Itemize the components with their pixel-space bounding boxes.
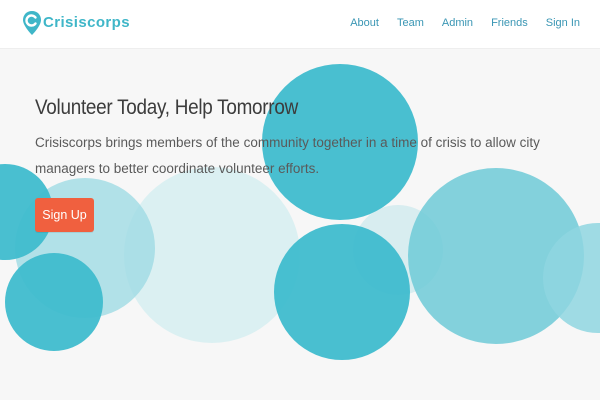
nav-link-admin[interactable]: Admin — [442, 17, 473, 29]
nav-link-sign-in[interactable]: Sign In — [546, 17, 580, 29]
brand-logo[interactable]: Crisiscorps — [22, 10, 130, 35]
bubble — [5, 253, 103, 351]
bubble — [274, 224, 410, 360]
hero: Volunteer Today, Help Tomorrow Crisiscor… — [35, 96, 575, 182]
sign-up-button[interactable]: Sign Up — [35, 198, 94, 232]
hero-title: Volunteer Today, Help Tomorrow — [35, 96, 298, 119]
nav-link-about[interactable]: About — [350, 17, 379, 29]
nav-link-friends[interactable]: Friends — [491, 17, 528, 29]
page: Crisiscorps About Team Admin Friends Sig… — [0, 0, 600, 400]
hero-description: Crisiscorps brings members of the commun… — [35, 135, 540, 176]
map-pin-icon — [22, 10, 42, 35]
nav-link-team[interactable]: Team — [397, 17, 424, 29]
navbar: Crisiscorps About Team Admin Friends Sig… — [0, 0, 600, 49]
nav-links: About Team Admin Friends Sign In — [332, 17, 580, 29]
brand-name: Crisiscorps — [43, 13, 130, 31]
